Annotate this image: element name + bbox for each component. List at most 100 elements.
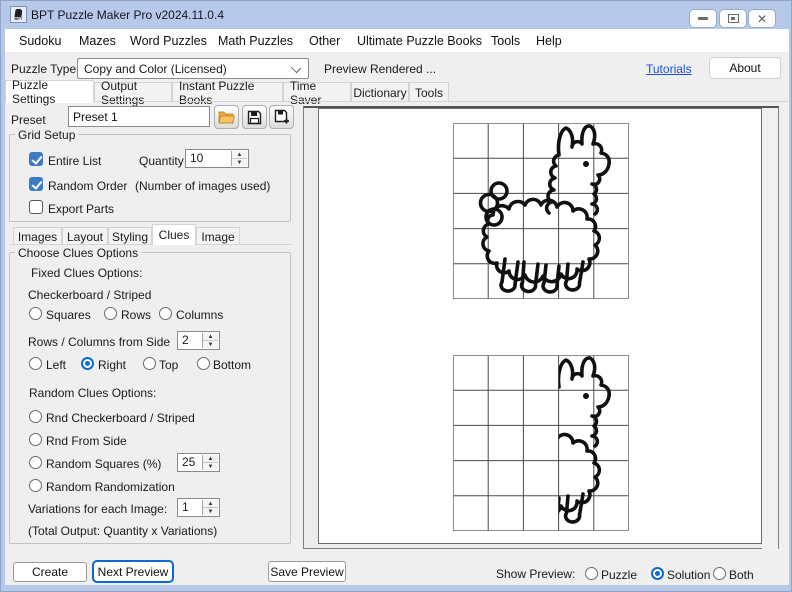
spinner-down-icon[interactable]: ▼ (203, 463, 218, 470)
tab-image[interactable]: Image (196, 227, 240, 245)
tab-output-settings[interactable]: Output Settings (94, 82, 172, 102)
preview-grid-clue (453, 355, 629, 531)
fixed-clues-header: Fixed Clues Options: (31, 266, 142, 280)
create-button[interactable]: Create (13, 562, 87, 582)
radio-rnd-checkerboard-label: Rnd Checkerboard / Striped (46, 411, 195, 425)
save-icon (247, 110, 262, 125)
spinner-up-icon[interactable]: ▲ (203, 455, 218, 463)
random-squares-stepper[interactable]: 25 ▲▼ (177, 453, 220, 472)
folder-open-icon (218, 110, 235, 124)
variations-label: Variations for each Image: (28, 502, 167, 516)
preview-grid-solution (453, 123, 629, 299)
quantity-stepper[interactable]: 10 ▲▼ (185, 149, 249, 168)
preset-label: Preset (11, 113, 46, 127)
from-side-stepper[interactable]: 2 ▲▼ (177, 331, 220, 350)
tab-puzzle-settings[interactable]: Puzzle Settings (5, 80, 94, 103)
radio-bottom[interactable] (197, 357, 210, 370)
tab-dictionary[interactable]: Dictionary (351, 82, 409, 102)
total-output-note: (Total Output: Quantity x Variations) (28, 524, 217, 538)
render-status-text: Preview Rendered ... (324, 62, 436, 76)
radio-random-squares-label: Random Squares (%) (46, 457, 161, 471)
radio-show-both-label: Both (729, 568, 754, 582)
radio-squares[interactable] (29, 307, 42, 320)
chevron-down-icon (291, 63, 301, 73)
menu-word-puzzles[interactable]: Word Puzzles (130, 34, 207, 48)
close-icon: ✕ (757, 13, 767, 25)
random-order-label: Random Order (48, 179, 127, 193)
spinner-up-icon[interactable]: ▲ (203, 500, 218, 508)
random-order-checkbox[interactable] (29, 177, 43, 191)
spinner-down-icon[interactable]: ▼ (203, 508, 218, 515)
radio-random-randomization[interactable] (29, 479, 42, 492)
tab-clues[interactable]: Clues (152, 224, 196, 245)
menu-help[interactable]: Help (536, 34, 562, 48)
save-preset-as-button[interactable] (269, 105, 294, 129)
next-preview-button[interactable]: Next Preview (92, 560, 174, 583)
random-clues-header: Random Clues Options: (29, 386, 156, 400)
menu-other[interactable]: Other (309, 34, 340, 48)
spinner-down-icon[interactable]: ▼ (203, 341, 218, 348)
radio-random-randomization-label: Random Randomization (46, 480, 175, 494)
export-parts-label: Export Parts (48, 202, 114, 216)
preview-scrollbar-track[interactable] (762, 108, 778, 549)
radio-columns-label: Columns (176, 308, 223, 322)
radio-left-label: Left (46, 358, 66, 372)
minimize-button[interactable] (689, 9, 717, 28)
menu-mazes[interactable]: Mazes (79, 34, 116, 48)
radio-random-squares[interactable] (29, 456, 42, 469)
tab-tools[interactable]: Tools (409, 82, 449, 102)
entire-list-checkbox[interactable] (29, 152, 43, 166)
minimize-icon (698, 17, 708, 20)
radio-show-both[interactable] (713, 567, 726, 580)
menu-tools[interactable]: Tools (491, 34, 520, 48)
menu-math-puzzles[interactable]: Math Puzzles (218, 34, 293, 48)
window-title: BPT Puzzle Maker Pro v2024.11.0.4 (31, 8, 224, 22)
radio-bottom-label: Bottom (213, 358, 251, 372)
export-parts-checkbox[interactable] (29, 200, 43, 214)
preset-input[interactable] (68, 106, 210, 127)
radio-rnd-checkerboard[interactable] (29, 410, 42, 423)
app-icon: BPT (10, 6, 27, 23)
radio-rnd-from-side-label: Rnd From Side (46, 434, 127, 448)
puzzle-type-dropdown[interactable]: Copy and Color (Licensed) (77, 58, 309, 79)
radio-rows[interactable] (104, 307, 117, 320)
grid-setup-title: Grid Setup (15, 128, 78, 142)
save-as-icon (274, 109, 290, 125)
radio-show-puzzle[interactable] (585, 567, 598, 580)
tab-time-saver[interactable]: Time Saver (283, 82, 351, 102)
tab-images[interactable]: Images (13, 227, 62, 245)
about-button[interactable]: About (709, 57, 781, 79)
tab-strip-divider (5, 101, 789, 102)
app-window: BPT BPT Puzzle Maker Pro v2024.11.0.4 ✕ … (0, 0, 792, 592)
radio-top-label: Top (159, 358, 178, 372)
close-button[interactable]: ✕ (748, 9, 776, 28)
radio-columns[interactable] (159, 307, 172, 320)
save-preview-button[interactable]: Save Preview (268, 561, 346, 582)
tutorials-link[interactable]: Tutorials (646, 62, 692, 76)
puzzle-type-label: Puzzle Type (11, 62, 76, 76)
tab-layout[interactable]: Layout (62, 227, 108, 245)
radio-right-label: Right (98, 358, 126, 372)
menu-sudoku[interactable]: Sudoku (19, 34, 61, 48)
radio-show-puzzle-label: Puzzle (601, 568, 637, 582)
tab-instant-puzzle-books[interactable]: Instant Puzzle Books (172, 82, 283, 102)
radio-top[interactable] (143, 357, 156, 370)
radio-show-solution[interactable] (651, 567, 664, 580)
entire-list-label: Entire List (48, 154, 101, 168)
checkerboard-label: Checkerboard / Striped (28, 288, 151, 302)
spinner-up-icon[interactable]: ▲ (232, 151, 247, 159)
variations-stepper[interactable]: 1 ▲▼ (177, 498, 220, 517)
radio-rows-label: Rows (121, 308, 151, 322)
quantity-label: Quantity (139, 154, 184, 168)
spinner-up-icon[interactable]: ▲ (203, 333, 218, 341)
puzzle-type-value: Copy and Color (Licensed) (84, 62, 227, 76)
tab-styling[interactable]: Styling (108, 227, 152, 245)
radio-rnd-from-side[interactable] (29, 433, 42, 446)
save-preset-button[interactable] (242, 105, 267, 129)
radio-left[interactable] (29, 357, 42, 370)
restore-button[interactable] (719, 9, 747, 28)
menu-ultimate-puzzle-books[interactable]: Ultimate Puzzle Books (357, 34, 482, 48)
open-preset-button[interactable] (214, 105, 239, 129)
spinner-down-icon[interactable]: ▼ (232, 159, 247, 166)
radio-right[interactable] (81, 357, 94, 370)
